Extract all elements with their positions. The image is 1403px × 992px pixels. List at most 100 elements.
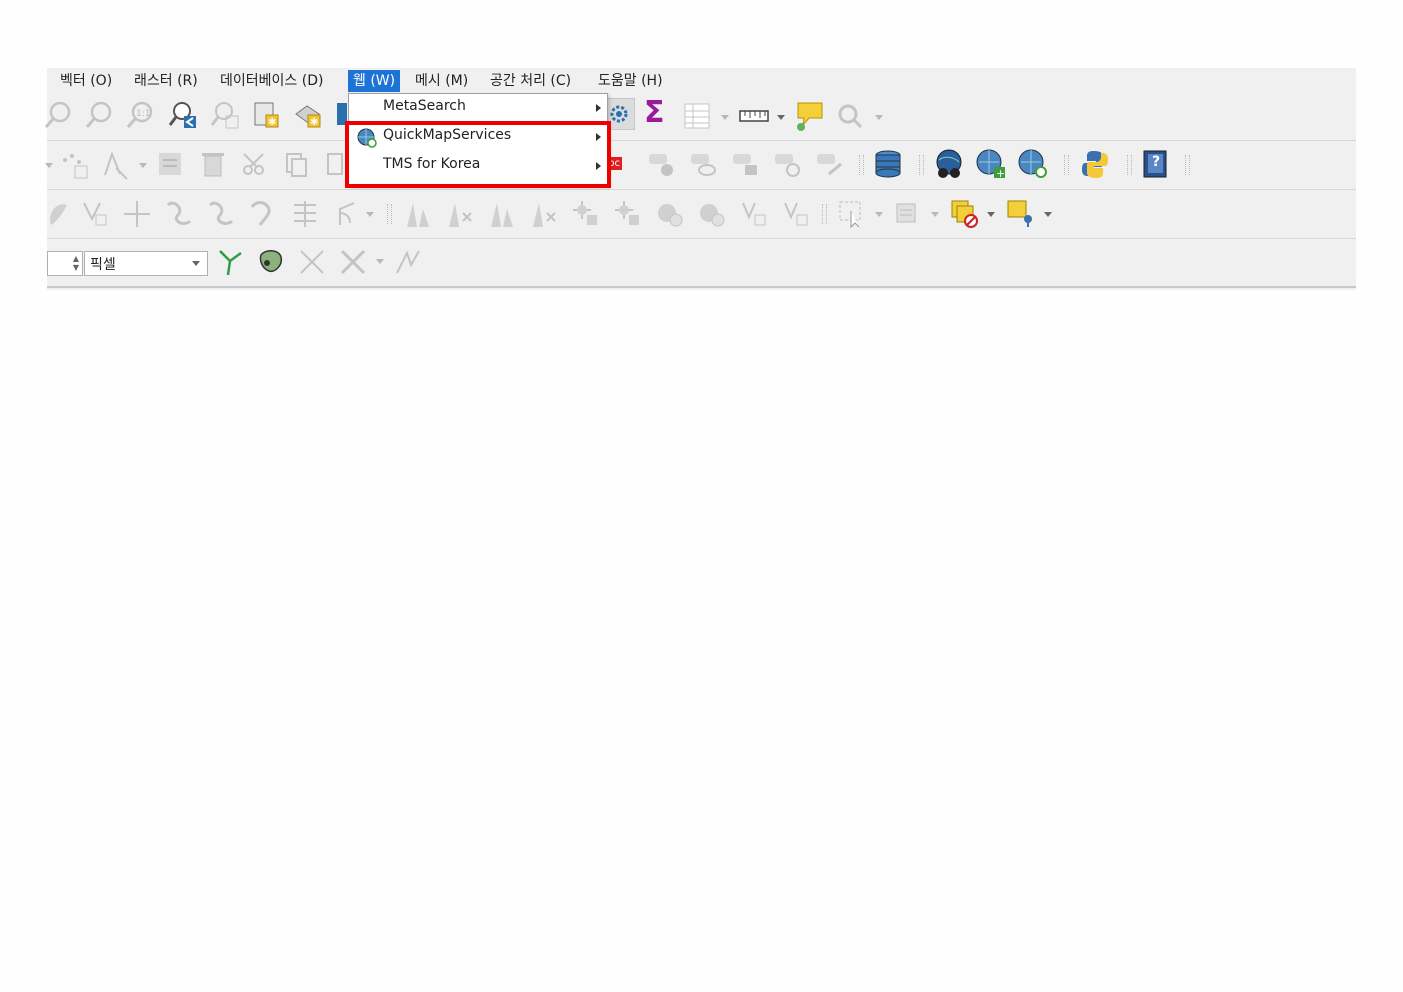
modify-attributes-icon[interactable] (157, 150, 185, 178)
menu-database[interactable]: 데이터베이스 (D) (215, 70, 328, 92)
spin-down-icon[interactable]: ▼ (73, 264, 79, 272)
help-symbol: ? (1152, 154, 1161, 170)
python-console-icon[interactable] (1079, 148, 1111, 180)
submenu-arrow-icon (596, 104, 601, 112)
zoom-in-icon[interactable] (43, 100, 73, 130)
select-location-dropdown-icon[interactable] (1044, 212, 1052, 217)
select-by-value-dropdown-icon[interactable] (931, 212, 939, 217)
svg-text:+: + (996, 167, 1005, 180)
menu-help[interactable]: 도움말 (H) (593, 70, 668, 92)
attribute-table-dropdown-icon[interactable] (721, 115, 729, 120)
qms-search-icon[interactable] (1017, 148, 1049, 180)
merge-attributes-icon[interactable] (290, 199, 320, 229)
rotate-dropdown-icon[interactable] (366, 212, 374, 217)
toolbar-snapping: ▲ ▼ 픽셀 (47, 239, 1356, 285)
zoom-native-icon[interactable]: 1:1 (125, 100, 155, 130)
toolbar-editing: abc + ? (45, 141, 1356, 190)
toolbar-separator (859, 155, 864, 175)
menu-vector[interactable]: 벡터 (O) (55, 70, 117, 92)
tolerance-spinbox[interactable]: ▲ ▼ (47, 251, 83, 276)
zoom-last-icon[interactable] (168, 100, 198, 130)
trace-icon[interactable] (215, 247, 245, 277)
zoom-next-icon[interactable] (210, 100, 240, 130)
select-features-icon[interactable] (837, 199, 867, 229)
offset-curve-icon[interactable] (122, 199, 152, 229)
vertex-tool-icon[interactable] (102, 150, 132, 180)
svg-text:✱: ✱ (310, 117, 318, 128)
toolbar-separator (1185, 155, 1190, 175)
metasearch-label: MetaSearch (383, 98, 466, 114)
rotate-point-symbols-icon[interactable] (332, 199, 362, 229)
toolbar-bottom-border (47, 286, 1356, 288)
self-snapping-icon[interactable] (393, 247, 423, 277)
rotate-feature-icon[interactable] (80, 199, 110, 229)
deselect-dropdown-icon[interactable] (987, 212, 995, 217)
qms-add-icon[interactable]: + (975, 148, 1007, 180)
identify-dropdown-icon[interactable] (875, 115, 883, 120)
rectangle-digitize-icon[interactable] (529, 199, 559, 229)
svg-text:1:1: 1:1 (136, 109, 150, 119)
toolbar-separator (919, 155, 924, 175)
simplify-icon[interactable] (781, 199, 811, 229)
toolbar-separator (822, 204, 827, 224)
reshape-icon[interactable] (45, 199, 71, 229)
spin-up-icon[interactable]: ▲ (73, 255, 79, 263)
pin-labels-icon[interactable] (647, 150, 677, 178)
attribute-table-icon[interactable] (683, 102, 711, 130)
toolbar-separator (1064, 155, 1069, 175)
move-label-icon[interactable] (731, 150, 761, 178)
select-location-icon[interactable] (1006, 199, 1036, 229)
add-ring-icon[interactable] (655, 199, 685, 229)
paste-icon[interactable] (325, 150, 345, 178)
add-point-icon[interactable] (59, 150, 89, 180)
menu-item-metasearch[interactable]: MetaSearch (349, 94, 607, 122)
fill-ring-icon[interactable] (571, 199, 601, 229)
combo-dropdown-icon[interactable] (192, 261, 200, 266)
rotate-label-icon[interactable] (773, 150, 803, 178)
measure-dropdown-icon[interactable] (777, 115, 785, 120)
delete-part-icon[interactable] (739, 199, 769, 229)
menu-mesh[interactable]: 메시 (M) (410, 70, 473, 92)
select-by-value-icon[interactable] (894, 200, 922, 228)
delete-ring-icon[interactable] (613, 199, 643, 229)
identify-icon[interactable] (835, 102, 865, 130)
shape-digitize-icon[interactable] (403, 199, 433, 229)
show-bookmarks-icon[interactable]: ✱ (293, 100, 323, 130)
new-bookmark-icon[interactable]: ✱ (251, 100, 281, 130)
snap-dropdown-icon[interactable] (376, 259, 384, 264)
circle-digitize-icon[interactable] (445, 199, 475, 229)
toolbar-separator (387, 204, 392, 224)
measure-icon[interactable] (739, 105, 769, 127)
split-parts-icon[interactable] (206, 199, 236, 229)
vertex-tool-dropdown-icon[interactable] (139, 163, 147, 168)
map-tips-icon[interactable] (795, 100, 825, 132)
snap-intersection-icon[interactable] (338, 247, 368, 277)
units-combo-value: 픽셀 (90, 257, 116, 273)
units-combo[interactable]: 픽셀 (84, 251, 208, 276)
add-part-icon[interactable] (697, 199, 727, 229)
delete-selected-icon[interactable] (199, 150, 227, 178)
menu-web[interactable]: 웹 (W) (348, 70, 401, 92)
sum-icon[interactable]: Σ (644, 98, 665, 128)
menu-processing[interactable]: 공간 처리 (C) (485, 70, 576, 92)
deselect-icon[interactable] (950, 199, 980, 229)
toolbar-advanced-digitizing (47, 190, 1356, 239)
db-manager-icon[interactable] (873, 149, 903, 179)
merge-features-icon[interactable] (248, 199, 278, 229)
copy-icon[interactable] (283, 150, 309, 178)
menu-raster[interactable]: 래스터 (R) (129, 70, 203, 92)
ellipse-digitize-icon[interactable] (487, 199, 517, 229)
topology-editing-icon[interactable] (257, 247, 287, 277)
intersection-icon[interactable] (297, 247, 327, 277)
metasearch-icon[interactable] (933, 148, 965, 180)
zoom-out-icon[interactable] (84, 100, 114, 130)
edit-dropdown-icon[interactable] (45, 163, 53, 168)
toolbar-navigation: 1:1 ✱ ✱ Σ (44, 93, 1356, 141)
cut-icon[interactable] (241, 150, 269, 178)
select-dropdown-icon[interactable] (875, 212, 883, 217)
qgis-window: 벡터 (O) 래스터 (R) 데이터베이스 (D) 웹 (W) 메시 (M) 공… (44, 68, 1356, 290)
split-features-icon[interactable] (164, 199, 194, 229)
svg-text:✱: ✱ (268, 117, 276, 128)
show-hide-labels-icon[interactable] (689, 150, 719, 178)
change-label-icon[interactable] (815, 150, 845, 178)
